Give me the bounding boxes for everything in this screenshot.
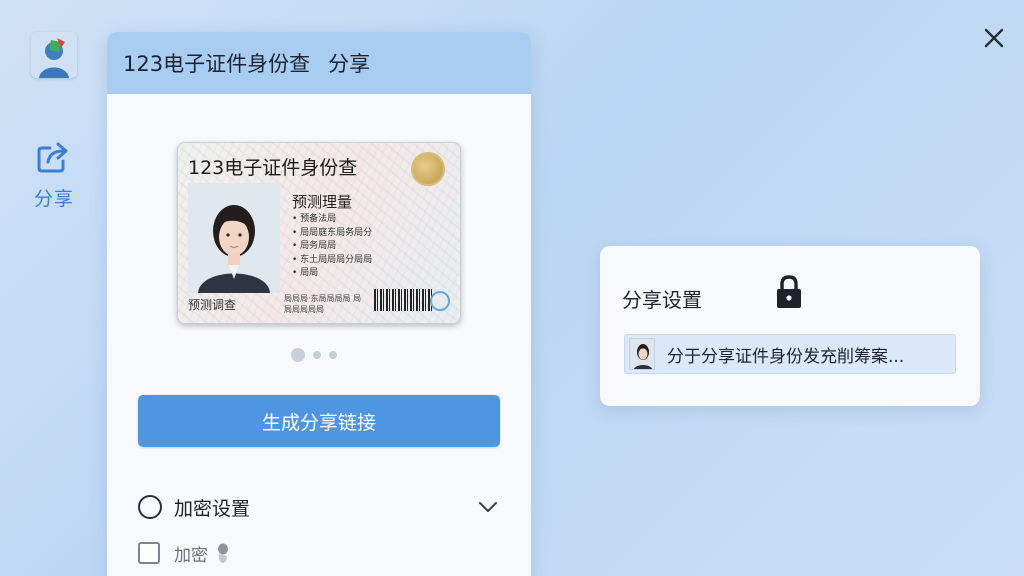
encryption-radio[interactable]	[138, 495, 162, 519]
card-info-lines: • 预备法局 • 局局庭东局务局分 • 局务局局 • 东土局局局分局局 • 局局	[292, 213, 372, 281]
seal-ring-icon	[430, 291, 450, 311]
card-line: • 东土局局局分局局	[292, 254, 373, 265]
app-avatar-icon	[31, 32, 77, 78]
app-avatar[interactable]	[31, 32, 77, 78]
emblem-icon	[411, 152, 445, 186]
lock-icon	[777, 275, 801, 308]
share-item-thumbnail	[629, 338, 655, 370]
close-icon	[984, 28, 1004, 48]
card-line: • 局局庭东局务局分	[292, 227, 373, 238]
share-settings-popup: 分享设置 分于分享证件身份发充削筹案...	[600, 246, 980, 406]
touch-icon	[218, 543, 228, 563]
encrypt-checkbox[interactable]	[138, 542, 160, 564]
share-sidebar-button[interactable]: 分享	[24, 140, 84, 211]
barcode	[374, 289, 434, 311]
share-icon	[37, 142, 68, 173]
chevron-down-icon[interactable]	[478, 501, 498, 513]
panel-header: 123电子证件身份查 分享	[107, 32, 531, 94]
close-button[interactable]	[980, 24, 1008, 52]
carousel-pager	[291, 348, 337, 362]
panel-title: 123电子证件身份查	[123, 52, 311, 76]
share-sidebar-label: 分享	[33, 188, 74, 210]
share-settings-title: 分享设置	[622, 288, 702, 312]
pager-dot[interactable]	[329, 351, 337, 359]
panel-title-suffix: 分享	[328, 52, 371, 76]
card-title: 123电子证件身份查	[188, 157, 358, 179]
pager-dot[interactable]	[291, 348, 305, 362]
encryption-settings-label: 加密设置	[174, 497, 251, 520]
card-line: • 局务局局	[292, 241, 337, 251]
id-card-preview[interactable]: 123电子证件身份查 预测理量 • 预备法局 • 局局庭东局务局分 • 局务局局…	[177, 142, 461, 324]
share-item[interactable]: 分于分享证件身份发充削筹案...	[624, 334, 956, 374]
card-name: 预测理量	[292, 193, 353, 211]
card-footer-text: 局局局·东局局局局 局局局局局局	[284, 294, 362, 314]
generate-share-link-button[interactable]: 生成分享链接	[138, 395, 500, 447]
encrypt-option[interactable]: 加密	[138, 540, 230, 566]
id-photo	[188, 183, 280, 293]
encrypt-label: 加密	[174, 545, 208, 566]
share-panel: 123电子证件身份查 分享 123电子证件身份查 预测理量 • 预备法局 • 局…	[107, 32, 531, 576]
card-line: • 预备法局	[292, 214, 337, 224]
share-item-text: 分于分享证件身份发充削筹案...	[667, 346, 905, 367]
encryption-settings-toggle[interactable]: 加密设置	[138, 492, 500, 522]
pager-dot[interactable]	[313, 351, 321, 359]
card-line: • 局局	[292, 268, 319, 278]
card-footer-label: 预测调查	[188, 298, 237, 312]
